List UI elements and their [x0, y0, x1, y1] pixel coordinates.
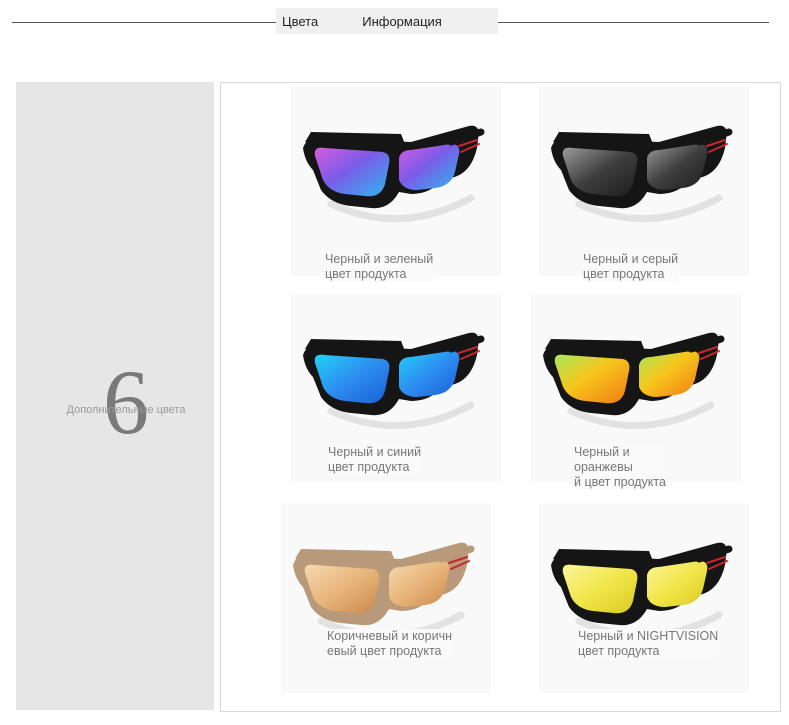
- product-caption: Черный и оранжевы й цвет продукта: [574, 445, 666, 490]
- tab-bar: Цвета Информация: [276, 8, 498, 34]
- product-caption: Коричневый и коричн евый цвет продукта: [327, 629, 452, 659]
- header-divider-left: [12, 22, 276, 23]
- side-panel: 6 Дополнительные цвета: [16, 82, 214, 710]
- caption-line: цвет продукта: [325, 267, 407, 281]
- product-caption: Черный и серый цвет продукта: [583, 252, 679, 282]
- product-grid: Черный и зеленый цвет продукта Черный и …: [220, 82, 781, 712]
- caption-line: Черный и NIGHTVISION: [578, 629, 719, 643]
- product-card[interactable]: Черный и серый цвет продукта: [539, 86, 749, 282]
- caption-line: Черный и зеленый: [325, 252, 434, 266]
- product-card[interactable]: Черный и синий цвет продукта: [291, 293, 501, 483]
- caption-line: цвет продукта: [583, 267, 665, 281]
- caption-line: Черный и синий: [328, 445, 422, 459]
- product-card[interactable]: Черный и NIGHTVISION цвет продукта: [539, 503, 749, 693]
- right-lens: [647, 144, 708, 190]
- product-card[interactable]: Черный и зеленый цвет продукта: [291, 86, 501, 282]
- caption-line: цвет продукта: [578, 644, 660, 658]
- caption-line: Черный и: [574, 445, 630, 459]
- sunglasses-image: [303, 332, 485, 430]
- tab-info[interactable]: Информация: [362, 14, 442, 29]
- right-lens: [647, 561, 708, 607]
- sunglasses-image: [551, 125, 733, 223]
- sunglasses-image: [303, 125, 485, 223]
- right-lens: [639, 351, 700, 397]
- caption-line: оранжевы: [574, 460, 633, 474]
- caption-line: евый цвет продукта: [327, 644, 442, 658]
- product-caption: Черный и синий цвет продукта: [328, 445, 422, 475]
- product-card[interactable]: Черный и оранжевы й цвет продукта: [531, 293, 741, 490]
- caption-line: цвет продукта: [328, 460, 410, 474]
- tab-colors[interactable]: Цвета: [282, 14, 318, 29]
- sunglasses-image: [543, 332, 725, 430]
- right-lens: [389, 561, 450, 607]
- caption-line: й цвет продукта: [574, 475, 666, 489]
- right-lens: [399, 351, 460, 397]
- caption-line: Черный и серый: [583, 252, 679, 266]
- color-count: 6: [103, 351, 149, 453]
- product-card[interactable]: Коричневый и коричн евый цвет продукта: [281, 503, 491, 693]
- header-divider-right: [498, 22, 769, 23]
- product-caption: Черный и NIGHTVISION цвет продукта: [578, 629, 719, 659]
- caption-line: Коричневый и коричн: [327, 629, 452, 643]
- side-caption: Дополнительные цвета: [66, 404, 186, 416]
- right-lens: [399, 144, 460, 190]
- product-caption: Черный и зеленый цвет продукта: [325, 252, 434, 282]
